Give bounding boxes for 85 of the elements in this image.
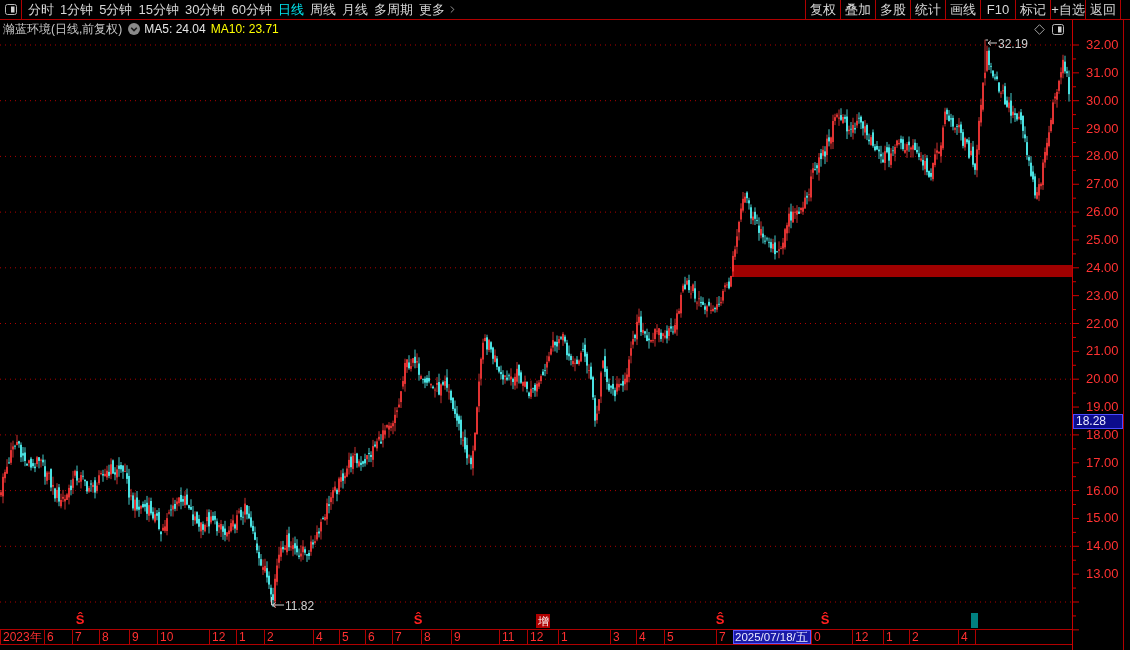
price-axis-label: 18.00 [1086, 427, 1119, 442]
note-marker-icon[interactable] [971, 613, 978, 628]
price-axis-label: 24.00 [1086, 260, 1119, 275]
time-axis-label: 7 [392, 630, 421, 644]
period-tab[interactable]: 15分钟 [135, 0, 182, 19]
toolbar-button[interactable]: 多股 [875, 0, 910, 19]
time-axis-label: 6 [44, 630, 72, 644]
toolbar-button[interactable]: 复权 [805, 0, 840, 19]
price-axis-label: 16.00 [1086, 483, 1119, 498]
period-tab[interactable]: 月线 [338, 0, 371, 19]
period-tab[interactable]: 5分钟 [96, 0, 136, 19]
signal-marker[interactable]: Ŝ [820, 612, 830, 627]
signal-marker[interactable]: Ŝ [75, 612, 85, 627]
diamond-icon[interactable] [1034, 23, 1045, 35]
high-price-label: 32.19 [998, 38, 1029, 51]
more-menu-tab[interactable]: 更多 [415, 0, 461, 19]
cursor-date-label: 2025/07/18/五 [733, 630, 811, 644]
time-axis-label: 5 [339, 630, 365, 644]
event-tag[interactable]: 增 [536, 614, 550, 628]
period-tab[interactable]: 周线 [306, 0, 339, 19]
time-axis-label: 11 [499, 630, 527, 644]
arrow-left-icon [271, 597, 284, 609]
price-axis-label: 21.00 [1086, 344, 1119, 359]
toolbar-button[interactable]: F10 [980, 0, 1015, 19]
price-axis-label: 15.00 [1086, 511, 1119, 526]
price-axis-label: 22.00 [1086, 316, 1119, 331]
price-axis-label: 13.00 [1086, 567, 1119, 582]
time-axis-label: 2023年 [0, 630, 44, 644]
toolbar-button[interactable]: +自选 [1050, 0, 1085, 19]
time-axis-label: 7 [72, 630, 99, 644]
time-axis-label: 12 [209, 630, 236, 644]
time-axis-label: 2 [909, 630, 958, 644]
time-axis-label: 1 [236, 630, 264, 644]
period-tab[interactable]: 分时 [25, 0, 57, 19]
time-axis-label: 6 [365, 630, 392, 644]
low-price-label: 11.82 [285, 600, 315, 613]
price-axis-label: 32.00 [1086, 38, 1119, 52]
signal-marker[interactable]: Ŝ [715, 612, 725, 627]
price-axis-label: 20.00 [1086, 372, 1119, 387]
price-axis-label: 29.00 [1086, 121, 1119, 136]
signal-marker[interactable]: Ŝ [413, 612, 423, 627]
time-axis-label: 4 [313, 630, 339, 644]
indicator-value: MA10: 23.71 [210, 23, 279, 35]
time-axis-label: 3 [610, 630, 636, 644]
time-axis-label: 2 [264, 630, 313, 644]
price-axis-label: 30.00 [1086, 93, 1119, 108]
price-axis-label: 17.00 [1086, 455, 1119, 470]
current-price-label: 18.28 [1073, 414, 1123, 429]
time-axis-label: 8 [421, 630, 451, 644]
time-axis-label: 1 [883, 630, 909, 644]
time-axis-label: 4 [636, 630, 664, 644]
toolbar-button[interactable]: 画线 [945, 0, 980, 19]
chart-title: 瀚蓝环境(日线,前复权) [3, 23, 123, 35]
arrow-left-icon [985, 39, 997, 47]
toolbar-button[interactable]: 标记 [1015, 0, 1050, 19]
time-axis-label: 8 [99, 630, 129, 644]
toolbar-button[interactable]: 统计 [910, 0, 945, 19]
price-axis-label: 23.00 [1086, 288, 1119, 303]
period-tab[interactable]: 1分钟 [57, 0, 97, 19]
period-tab[interactable]: 多周期 [370, 0, 416, 19]
price-axis-label: 14.00 [1086, 539, 1119, 554]
toolbar-button[interactable]: 叠加 [840, 0, 875, 19]
price-axis-label: 27.00 [1086, 177, 1119, 192]
panel-toggle-icon[interactable] [4, 4, 17, 15]
time-axis-label: 1 [558, 630, 610, 644]
indicator-value: MA5: 24.04 [144, 23, 206, 35]
time-axis-label: 4 [958, 630, 975, 644]
price-axis-label: 31.00 [1086, 65, 1119, 80]
time-axis-label: 9 [451, 630, 499, 644]
period-tab[interactable]: 日线 [274, 0, 307, 19]
price-axis-label: 26.00 [1086, 205, 1119, 220]
price-axis-label: 28.00 [1086, 149, 1119, 164]
time-axis-label: 12 [852, 630, 883, 644]
toolbar-button[interactable]: 返回 [1085, 0, 1120, 19]
time-axis-label: 10 [157, 630, 209, 644]
dropdown-icon[interactable] [128, 23, 141, 35]
time-axis-label: 9 [129, 630, 157, 644]
period-tab[interactable]: 60分钟 [228, 0, 275, 19]
time-axis-label: 0 [811, 630, 852, 644]
time-axis-label: 5 [664, 630, 716, 644]
price-axis-label: 25.00 [1086, 232, 1119, 247]
price-axis-label: 19.00 [1086, 400, 1119, 415]
time-axis-label: 12 [527, 630, 558, 644]
period-tab[interactable]: 30分钟 [181, 0, 229, 19]
panel-toggle-icon[interactable] [1052, 23, 1064, 35]
